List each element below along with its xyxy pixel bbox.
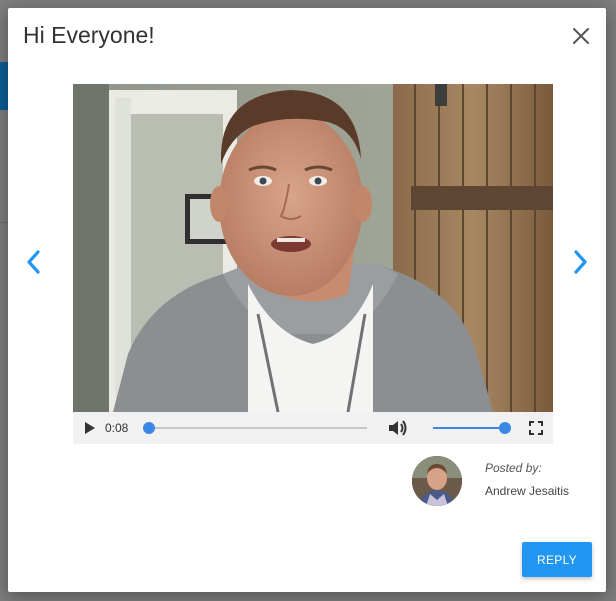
- previous-button[interactable]: [20, 248, 48, 276]
- video-message-dialog: Hi Everyone! 0:08 Posted by: Andrew Jesa…: [8, 8, 606, 592]
- fullscreen-button[interactable]: [529, 421, 543, 435]
- volume-track: [433, 427, 505, 429]
- background-divider: [0, 222, 8, 223]
- background-header-strip: [0, 62, 8, 110]
- seek-thumb[interactable]: [143, 422, 155, 434]
- posted-by-label: Posted by:: [485, 461, 542, 475]
- video-player[interactable]: 0:08: [73, 84, 553, 444]
- seek-track: [147, 427, 367, 429]
- author-name: Andrew Jesaitis: [485, 484, 570, 498]
- avatar-image: [412, 456, 462, 506]
- video-controls: 0:08: [73, 412, 553, 444]
- volume-thumb[interactable]: [499, 422, 511, 434]
- seek-slider[interactable]: [143, 420, 367, 436]
- close-button[interactable]: [570, 25, 592, 47]
- mute-button[interactable]: [387, 418, 409, 438]
- volume-icon: [389, 420, 407, 436]
- dialog-title: Hi Everyone!: [23, 22, 155, 48]
- volume-slider[interactable]: [431, 420, 511, 436]
- reply-button[interactable]: REPLY: [522, 542, 592, 577]
- close-icon: [573, 28, 589, 44]
- play-button[interactable]: [81, 420, 97, 436]
- fullscreen-icon: [529, 421, 543, 435]
- chevron-left-icon: [27, 250, 40, 274]
- author-avatar: [412, 456, 462, 506]
- play-icon: [85, 422, 95, 434]
- current-time: 0:08: [105, 421, 129, 435]
- next-button[interactable]: [566, 248, 594, 276]
- chevron-right-icon: [574, 250, 587, 274]
- video-frame[interactable]: [73, 84, 553, 412]
